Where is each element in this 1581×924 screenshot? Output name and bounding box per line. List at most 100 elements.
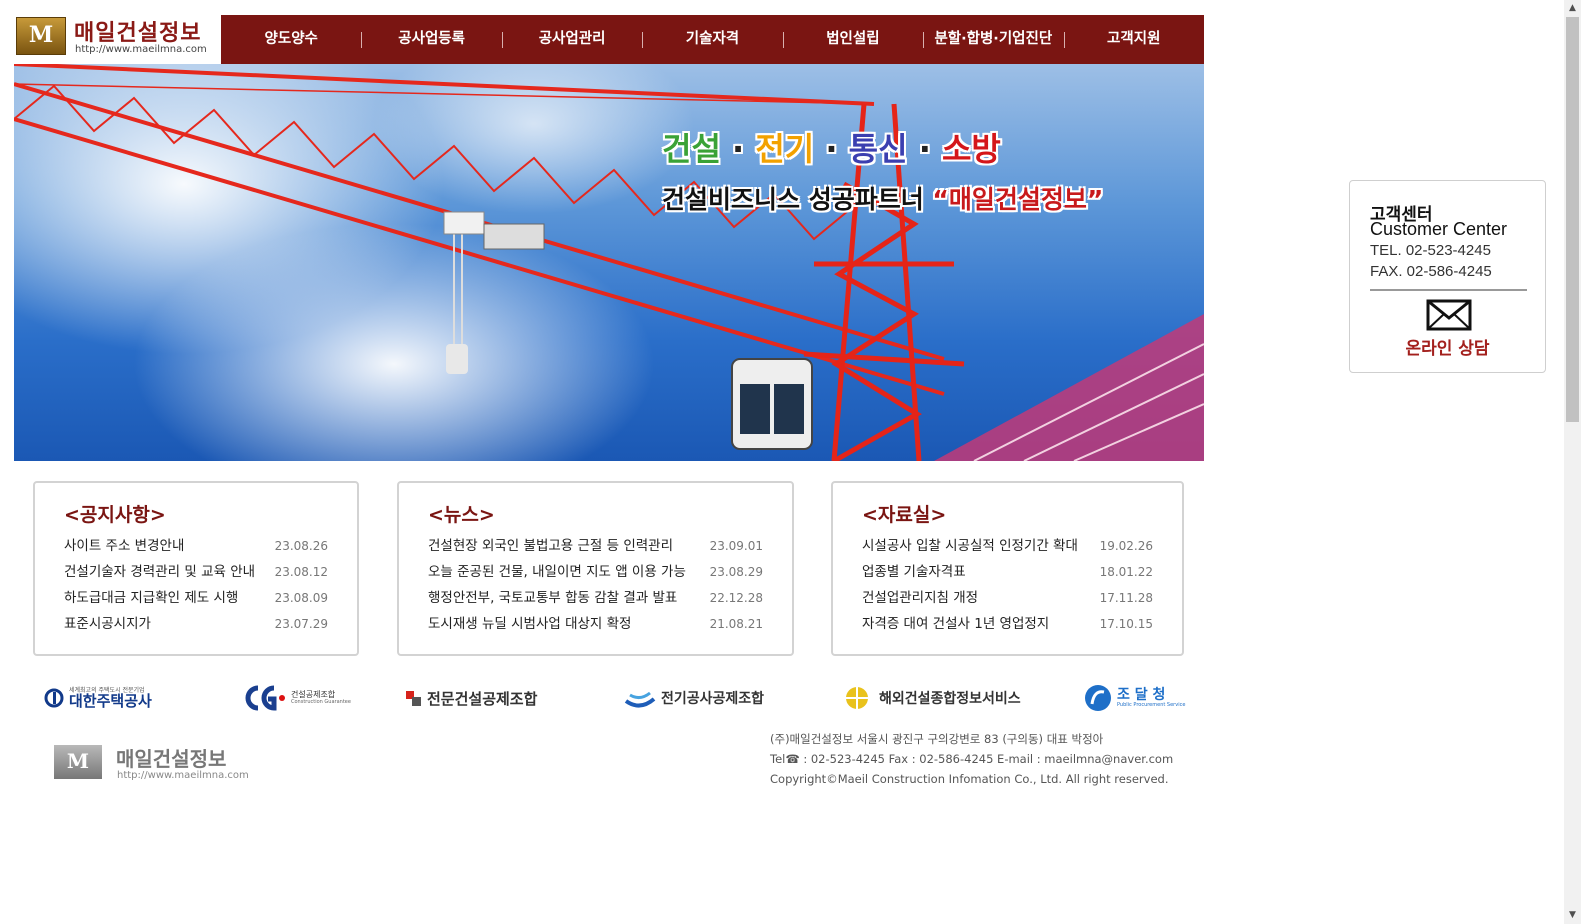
footer-address: (주)매일건설정보 서울시 광진구 구의강변로 83 (구의동) 대표 박정아 [770,732,1104,746]
list-item[interactable]: 건설업관리지침 개정 17.11.28 [862,585,1153,611]
item-date: 23.08.12 [274,565,328,579]
item-title[interactable]: 오늘 준공된 건물, 내일이면 지도 앱 이용 가능 [428,559,686,585]
list-item[interactable]: 시설공사 입찰 시공실적 인정기간 확대 19.02.26 [862,533,1153,559]
lh-logo-icon [44,688,64,708]
list-item[interactable]: 표준시공시지가 23.07.29 [64,611,328,637]
partner-name: 대한주택공사 [69,691,152,710]
item-date: 18.01.22 [1099,565,1153,579]
footer-logo-title: 매일건설정보 [116,747,227,771]
partner-name: 조 달 청 [1117,686,1166,703]
header: M 매일건설정보 http://www.maeilmna.com 양도양수 공사… [14,15,1204,64]
list-item[interactable]: 오늘 준공된 건물, 내일이면 지도 앱 이용 가능 23.08.29 [428,559,763,585]
item-title[interactable]: 도시재생 뉴딜 시범사업 대상지 확정 [428,611,631,637]
news-board-title[interactable]: <뉴스> [428,500,495,527]
item-title[interactable]: 건설기술자 경력관리 및 교육 안내 [64,559,255,585]
news-board: <뉴스> 건설현장 외국인 불법고용 근절 등 인력관리 23.09.01 오늘 … [397,481,794,656]
online-consult-button[interactable]: 온라인 상담 [1350,334,1545,359]
item-date: 22.12.28 [709,591,763,605]
archive-board-title[interactable]: <자료실> [862,500,946,527]
hero-word-fire: 소방 [941,130,1001,168]
item-date: 23.08.09 [274,591,328,605]
nav-item-incorporation[interactable]: 법인설립 [782,15,923,64]
logo-mark: M [16,17,66,55]
item-date: 19.02.26 [1099,539,1153,553]
scroll-thumb[interactable] [1566,17,1579,422]
hero-sep: · [907,130,942,168]
list-item[interactable]: 업종별 기술자격표 18.01.22 [862,559,1153,585]
footer-logo-url: http://www.maeilmna.com [117,770,249,781]
nav-item-support[interactable]: 고객지원 [1063,15,1204,64]
item-title[interactable]: 행정안전부, 국토교통부 합동 감찰 결과 발표 [428,585,677,611]
cc-tel: TEL. 02-523-4245 [1370,242,1491,259]
item-title[interactable]: 건설업관리지침 개정 [862,585,978,611]
partner-eccc[interactable]: 전기공사공제조합 [624,680,764,716]
partner-sub: Public Procurement Service [1117,701,1186,708]
hero-banner: 건설 · 전기 · 통신 · 소방 건설비즈니스 성공파트너 “매일건설정보” [14,64,1204,461]
footer-info: (주)매일건설정보 서울시 광진구 구의강변로 83 (구의동) 대표 박정아 … [770,729,1173,789]
list-item[interactable]: 도시재생 뉴딜 시범사업 대상지 확정 21.08.21 [428,611,763,637]
hero-tagline-prefix: 건설비즈니스 성공파트너 [662,185,933,214]
cc-divider [1370,289,1527,291]
item-title[interactable]: 표준시공시지가 [64,611,151,637]
item-date: 21.08.21 [709,617,763,631]
cc-fax: FAX. 02-586-4245 [1370,263,1492,280]
item-date: 23.08.29 [709,565,763,579]
hero-word-electric: 전기 [755,130,815,168]
nav-item-transfer[interactable]: 양도양수 [221,15,361,64]
site-logo[interactable]: M 매일건설정보 http://www.maeilmna.com [14,15,221,64]
cc-title-en: Customer Center [1370,219,1508,239]
item-date: 23.08.26 [274,539,328,553]
footer-copyright: Copyright©Maeil Construction Infomation … [770,772,1169,786]
scroll-up-icon[interactable]: ▲ [1564,0,1581,17]
footer-contact: Tel☎ : 02-523-4245 Fax : 02-586-4245 E-m… [770,752,1174,766]
item-title[interactable]: 업종별 기술자격표 [862,559,966,585]
footer-logo[interactable]: M 매일건설정보 http://www.maeilmna.com [54,743,254,787]
nav-item-management[interactable]: 공사업관리 [501,15,642,64]
notice-board: <공지사항> 사이트 주소 변경안내 23.08.26 건설기술자 경력관리 및 … [33,481,359,656]
archive-board: <자료실> 시설공사 입찰 시공실적 인정기간 확대 19.02.26 업종별 기… [831,481,1184,656]
partner-logos: 세계최고의 주택도시 전문기업 대한주택공사 건설공제조합 Constructi… [44,680,1185,716]
partner-name: 해외건설종합정보서비스 [879,691,1021,707]
partner-ocis[interactable]: 해외건설종합정보서비스 [840,680,1021,716]
partner-sub: Construction Guarantee [291,698,351,705]
list-item[interactable]: 행정안전부, 국토교통부 합동 감찰 결과 발표 22.12.28 [428,585,763,611]
archive-list: 시설공사 입찰 시공실적 인정기간 확대 19.02.26 업종별 기술자격표 18… [862,533,1153,637]
envelope-icon[interactable] [1426,299,1472,331]
cg-logo-icon [245,685,285,711]
partner-cg[interactable]: 건설공제조합 Construction Guarantee [244,680,351,716]
partner-name: 전문건설공제조합 [427,689,538,708]
item-title[interactable]: 자격증 대여 건설사 1년 영업정지 [862,611,1049,637]
news-list: 건설현장 외국인 불법고용 근절 등 인력관리 23.09.01 오늘 준공된 건… [428,533,763,637]
hero-headline: 건설 · 전기 · 통신 · 소방 [662,124,1001,170]
list-item[interactable]: 사이트 주소 변경안내 23.08.26 [64,533,328,559]
logo-url: http://www.maeilmna.com [75,44,207,55]
notice-board-title[interactable]: <공지사항> [64,500,166,527]
list-item[interactable]: 건설기술자 경력관리 및 교육 안내 23.08.12 [64,559,328,585]
item-title[interactable]: 하도급대금 지급확인 제도 시행 [64,585,238,611]
nav-item-merger[interactable]: 분할·합병·기업진단 [923,15,1063,64]
list-item[interactable]: 건설현장 외국인 불법고용 근절 등 인력관리 23.09.01 [428,533,763,559]
partner-kfcc[interactable]: 전문건설공제조합 [406,680,537,716]
ocis-logo-icon [846,687,868,709]
list-item[interactable]: 하도급대금 지급확인 제도 시행 23.08.09 [64,585,328,611]
hero-word-telecom: 통신 [848,130,908,168]
item-title[interactable]: 건설현장 외국인 불법고용 근절 등 인력관리 [428,533,673,559]
scroll-down-icon[interactable]: ▼ [1564,907,1581,924]
nav-item-registration[interactable]: 공사업등록 [361,15,501,64]
logo-title: 매일건설정보 [74,21,202,46]
item-title[interactable]: 시설공사 입찰 시공실적 인정기간 확대 [862,533,1078,559]
item-title[interactable]: 사이트 주소 변경안내 [64,533,184,559]
partner-pps[interactable]: 조 달 청 Public Procurement Service [1084,680,1185,716]
item-date: 17.11.28 [1099,591,1153,605]
hero-tagline-accent: “매일건설정보” [932,185,1104,214]
vertical-scrollbar[interactable]: ▲ ▼ [1564,0,1581,924]
pps-logo-icon [1085,685,1111,711]
item-date: 17.10.15 [1099,617,1153,631]
hero-tagline: 건설비즈니스 성공파트너 “매일건설정보” [662,180,1103,216]
nav-item-qualification[interactable]: 기술자격 [642,15,782,64]
eccc-logo-icon [624,691,656,708]
item-date: 23.07.29 [274,617,328,631]
partner-lh[interactable]: 세계최고의 주택도시 전문기업 대한주택공사 [44,680,152,716]
list-item[interactable]: 자격증 대여 건설사 1년 영업정지 17.10.15 [862,611,1153,637]
customer-center-widget: 고객센터 Customer Center TEL. 02-523-4245 FA… [1349,180,1546,373]
